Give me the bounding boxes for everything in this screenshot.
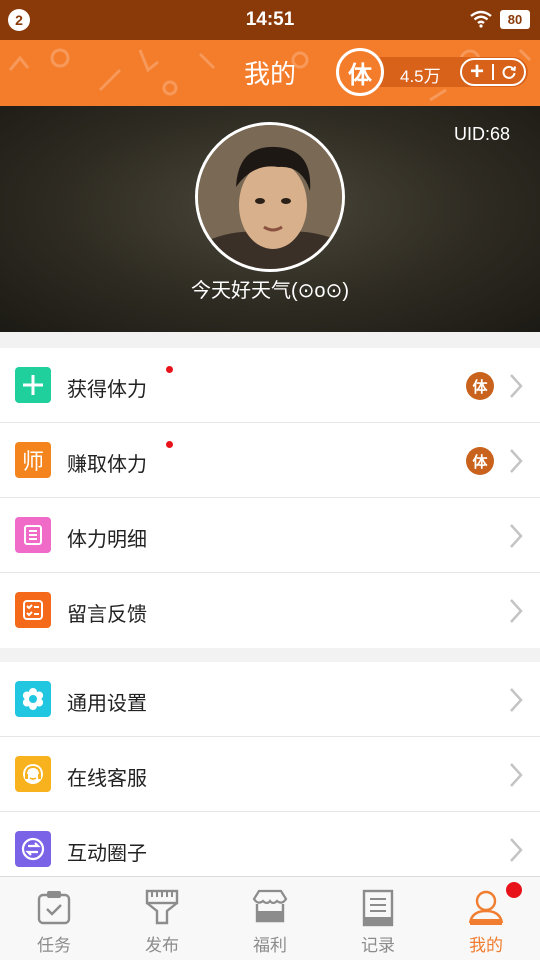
teacher-icon: 师	[15, 442, 51, 478]
status-bar: 2 14:51 80	[0, 0, 540, 40]
profile-banner: UID:68 今天好天气(⊙o⊙)	[0, 106, 540, 332]
exchange-icon	[15, 831, 51, 867]
tab-label: 记录	[361, 936, 395, 955]
menu-item-feedback[interactable]: 留言反馈	[0, 573, 540, 648]
refresh-icon	[502, 65, 516, 79]
record-icon	[362, 889, 394, 927]
chevron-right-icon	[510, 838, 523, 862]
avatar[interactable]	[195, 122, 345, 272]
add-energy-button[interactable]: +	[462, 60, 492, 84]
wifi-icon	[470, 10, 492, 28]
tab-mine[interactable]: 我的	[432, 877, 540, 960]
app-header: 我的 4.5万 + 体	[0, 40, 540, 106]
avatar-image	[198, 125, 342, 269]
menu-item-label: 体力明细	[67, 529, 147, 551]
energy-badge-icon: 体	[466, 372, 494, 400]
menu-item-earn-energy[interactable]: 师 赚取体力 体	[0, 423, 540, 498]
tab-label: 我的	[469, 936, 503, 955]
checklist-icon	[15, 592, 51, 628]
list-icon	[15, 517, 51, 553]
energy-widget: 4.5万 + 体	[336, 48, 528, 96]
tab-records[interactable]: 记录	[324, 877, 432, 960]
person-icon	[468, 890, 504, 925]
notification-dot	[166, 366, 173, 373]
tab-label: 任务	[37, 936, 71, 955]
gear-icon	[15, 681, 51, 717]
energy-value: 4.5万	[400, 67, 441, 86]
menu-item-label: 通用设置	[67, 693, 147, 715]
refresh-energy-button[interactable]	[494, 64, 524, 80]
menu-group-energy: 获得体力 体 师 赚取体力 体 体力明细 留言反馈	[0, 348, 540, 648]
chevron-right-icon	[510, 374, 523, 398]
plus-icon	[15, 367, 51, 403]
tab-label: 福利	[253, 936, 287, 955]
menu-item-settings[interactable]: 通用设置	[0, 662, 540, 737]
menu-item-label: 赚取体力	[67, 454, 147, 476]
menu-item-label: 留言反馈	[67, 604, 147, 626]
task-clipboard-icon	[37, 891, 71, 925]
menu-item-energy-details[interactable]: 体力明细	[0, 498, 540, 573]
notification-dot	[166, 441, 173, 448]
brush-icon	[145, 889, 179, 925]
menu-item-customer-service[interactable]: 在线客服	[0, 737, 540, 812]
chevron-right-icon	[510, 688, 523, 712]
page-title: 我的	[243, 59, 296, 89]
energy-actions: +	[460, 58, 526, 86]
chevron-right-icon	[510, 449, 523, 473]
notification-dot	[506, 882, 522, 898]
chevron-right-icon	[510, 599, 523, 623]
tab-tasks[interactable]: 任务	[0, 877, 108, 960]
energy-badge-icon: 体	[466, 447, 494, 475]
energy-icon: 体	[336, 48, 384, 96]
tab-benefits[interactable]: 福利	[216, 877, 324, 960]
tab-publish[interactable]: 发布	[108, 877, 216, 960]
menu-item-label: 互动圈子	[67, 843, 147, 865]
energy-pill: 4.5万 +	[364, 57, 528, 87]
menu-item-label: 获得体力	[67, 379, 147, 401]
tab-label: 发布	[145, 936, 179, 955]
shop-icon	[252, 889, 288, 923]
chevron-right-icon	[510, 763, 523, 787]
menu-group-general: 通用设置 在线客服 互动圈子	[0, 662, 540, 887]
chevron-right-icon	[510, 524, 523, 548]
menu-item-get-energy[interactable]: 获得体力 体	[0, 348, 540, 423]
clock: 14:51	[245, 9, 295, 30]
battery-indicator: 80	[500, 10, 530, 29]
nickname: 今天好天气(⊙o⊙)	[191, 280, 349, 302]
menu-item-label: 在线客服	[67, 768, 147, 790]
headset-icon	[15, 756, 51, 792]
user-id: UID:68	[453, 124, 510, 144]
bottom-tab-bar: 任务 发布 福利 记录 我的	[0, 876, 540, 960]
